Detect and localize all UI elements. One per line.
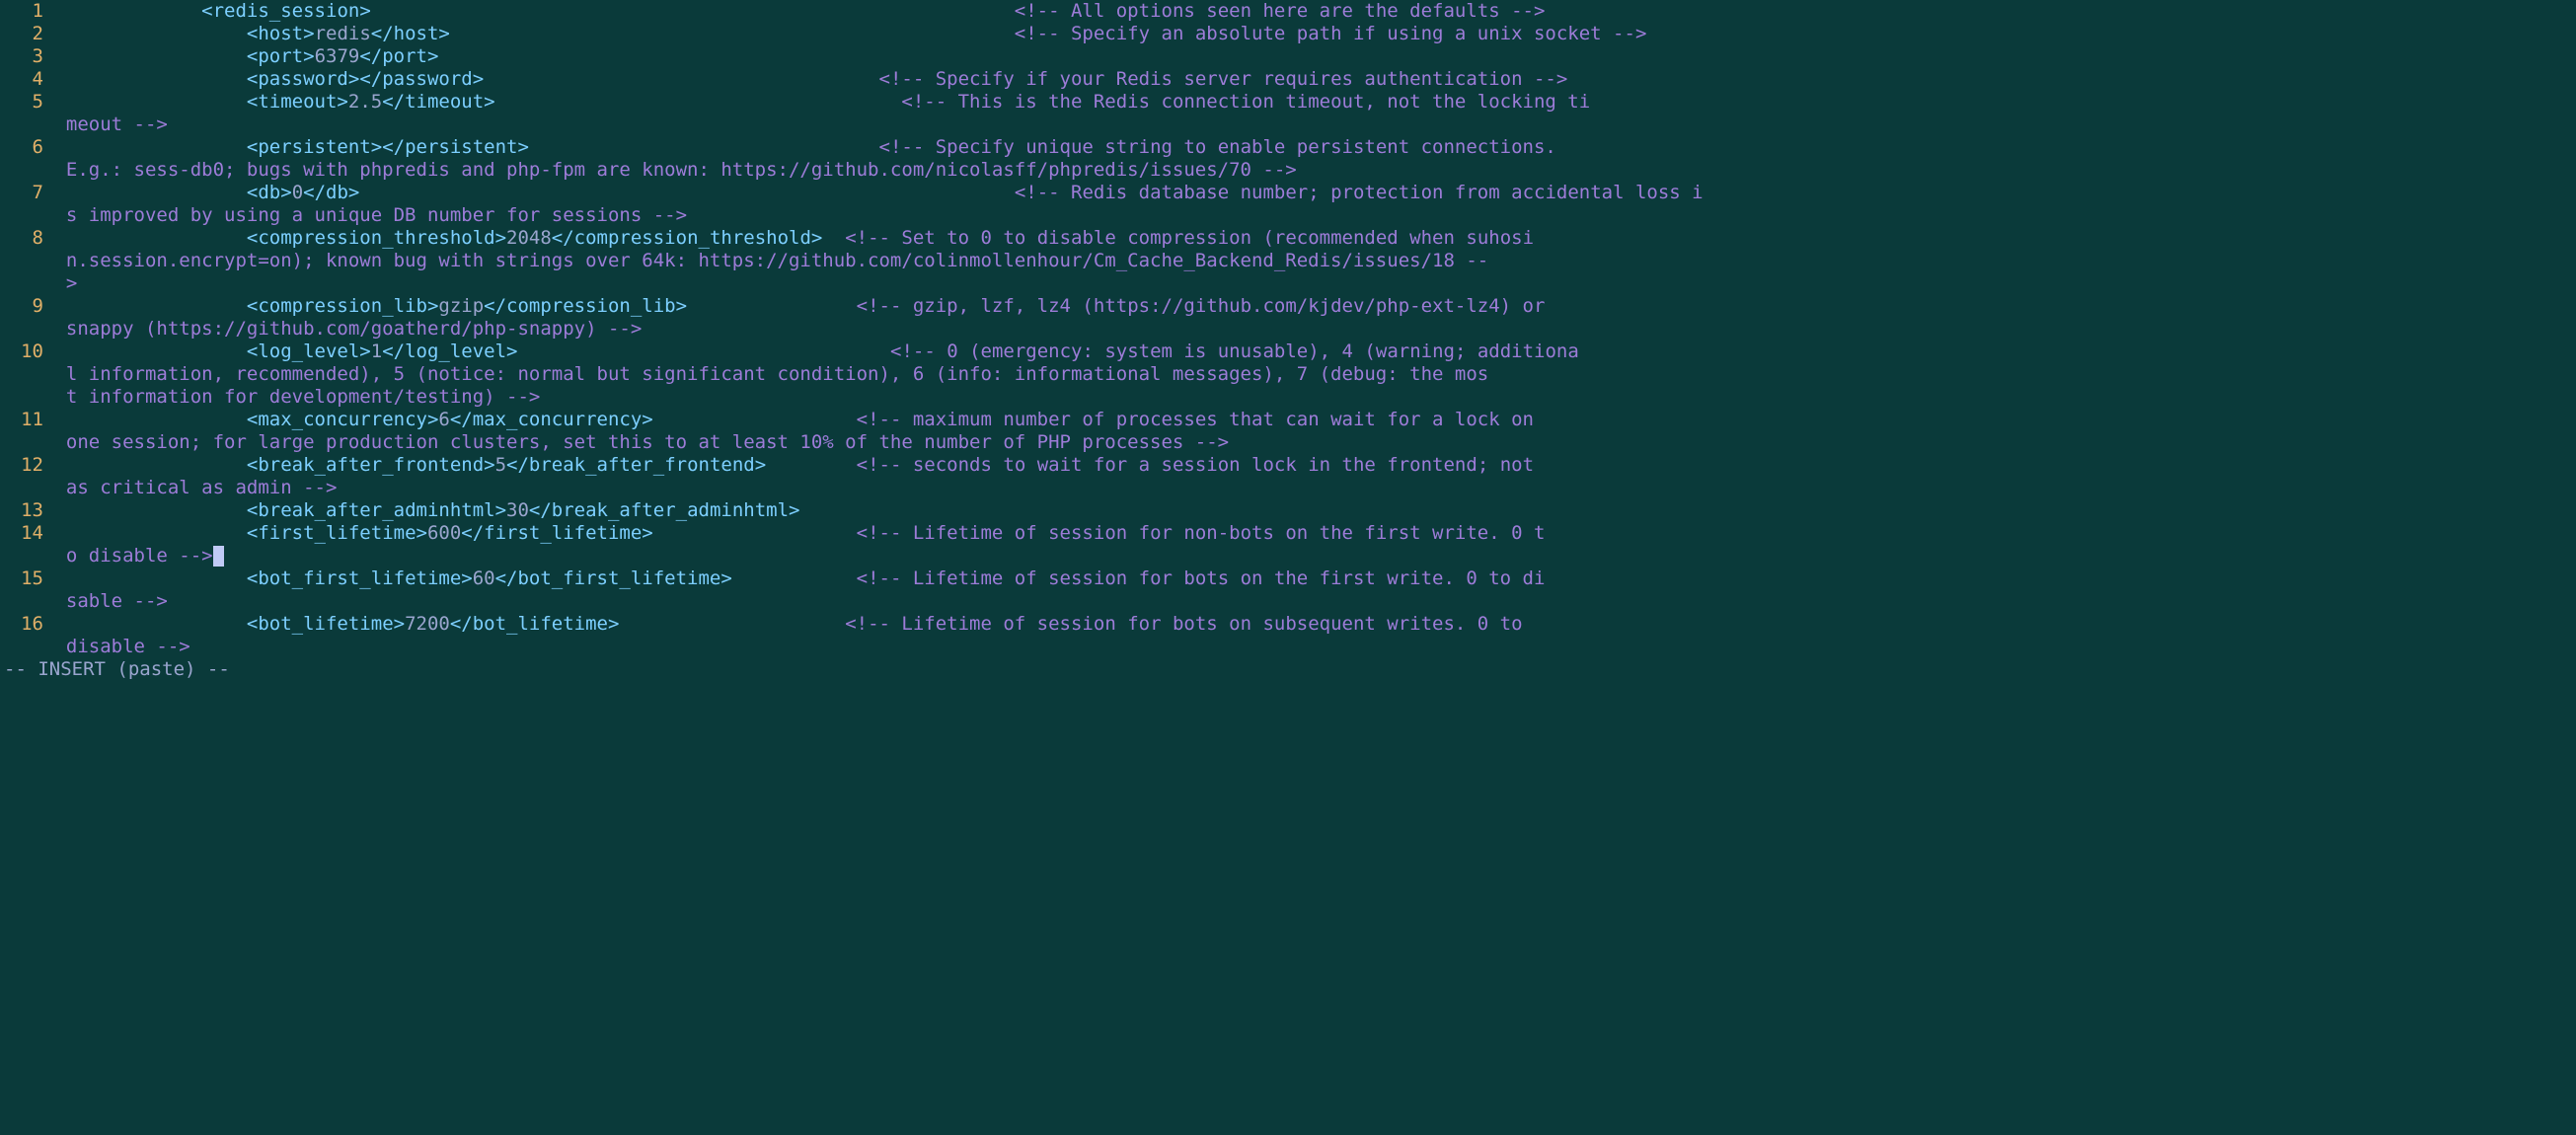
- line-number: 11: [4, 409, 43, 431]
- line-number: 4: [4, 68, 43, 91]
- code-line-wrap[interactable]: one session; for large production cluste…: [4, 431, 2576, 454]
- code-line[interactable]: 6 <persistent></persistent> <!-- Specify…: [4, 136, 2576, 159]
- code-line-wrap[interactable]: o disable -->: [4, 545, 2576, 568]
- code-line[interactable]: 10 <log_level>1</log_level> <!-- 0 (emer…: [4, 340, 2576, 363]
- code-line[interactable]: 3 <port>6379</port>: [4, 45, 2576, 68]
- code-line[interactable]: 11 <max_concurrency>6</max_concurrency> …: [4, 409, 2576, 431]
- code-line[interactable]: 13 <break_after_adminhtml>30</break_afte…: [4, 499, 2576, 522]
- vim-status-line: -- INSERT (paste) --: [4, 658, 230, 681]
- code-line[interactable]: 2 <host>redis</host> <!-- Specify an abs…: [4, 23, 2576, 45]
- code-line-wrap[interactable]: l information, recommended), 5 (notice: …: [4, 363, 2576, 386]
- code-line-wrap[interactable]: sable -->: [4, 590, 2576, 613]
- line-number: 3: [4, 45, 43, 68]
- code-line[interactable]: 5 <timeout>2.5</timeout> <!-- This is th…: [4, 91, 2576, 114]
- text-cursor: [213, 546, 224, 567]
- line-number: 16: [4, 613, 43, 636]
- line-number: 9: [4, 295, 43, 318]
- line-number: 1: [4, 0, 43, 23]
- line-number: 12: [4, 454, 43, 477]
- code-line[interactable]: 4 <password></password> <!-- Specify if …: [4, 68, 2576, 91]
- line-number: 13: [4, 499, 43, 522]
- code-line-wrap[interactable]: s improved by using a unique DB number f…: [4, 204, 2576, 227]
- code-editor[interactable]: 1 <redis_session> <!-- All options seen …: [4, 0, 2576, 658]
- code-line-wrap[interactable]: >: [4, 272, 2576, 295]
- code-line[interactable]: 1 <redis_session> <!-- All options seen …: [4, 0, 2576, 23]
- line-number: 8: [4, 227, 43, 250]
- line-number: 6: [4, 136, 43, 159]
- code-line-wrap[interactable]: t information for development/testing) -…: [4, 386, 2576, 409]
- code-line[interactable]: 8 <compression_threshold>2048</compressi…: [4, 227, 2576, 250]
- code-line-wrap[interactable]: E.g.: sess-db0; bugs with phpredis and p…: [4, 159, 2576, 182]
- code-line[interactable]: 9 <compression_lib>gzip</compression_lib…: [4, 295, 2576, 318]
- line-number: 7: [4, 182, 43, 204]
- line-number: 10: [4, 340, 43, 363]
- line-number: 2: [4, 23, 43, 45]
- code-line[interactable]: 16 <bot_lifetime>7200</bot_lifetime> <!-…: [4, 613, 2576, 636]
- code-line-wrap[interactable]: disable -->: [4, 636, 2576, 658]
- code-line-wrap[interactable]: snappy (https://github.com/goatherd/php-…: [4, 318, 2576, 340]
- code-line-wrap[interactable]: n.session.encrypt=on); known bug with st…: [4, 250, 2576, 272]
- code-line-wrap[interactable]: as critical as admin -->: [4, 477, 2576, 499]
- line-number: 15: [4, 568, 43, 590]
- code-line[interactable]: 7 <db>0</db> <!-- Redis database number;…: [4, 182, 2576, 204]
- code-line-wrap[interactable]: meout -->: [4, 114, 2576, 136]
- line-number: 14: [4, 522, 43, 545]
- code-line[interactable]: 15 <bot_first_lifetime>60</bot_first_lif…: [4, 568, 2576, 590]
- code-line[interactable]: 12 <break_after_frontend>5</break_after_…: [4, 454, 2576, 477]
- line-number: 5: [4, 91, 43, 114]
- code-line[interactable]: 14 <first_lifetime>600</first_lifetime> …: [4, 522, 2576, 545]
